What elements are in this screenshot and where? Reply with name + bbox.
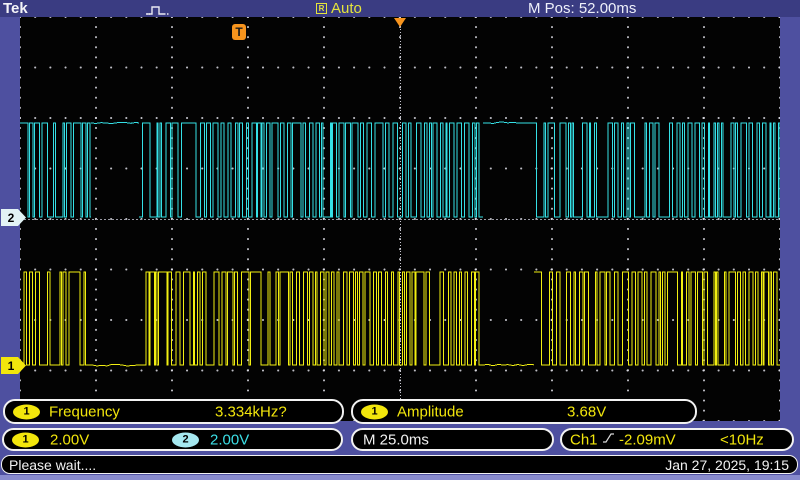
trigger-coupling: <10Hz xyxy=(720,431,764,448)
datetime-readout: Jan 27, 2025, 19:15 xyxy=(665,457,789,473)
oscilloscope-screen: Tek R Auto M Pos: 52.00ms T 2 1 1 Freque… xyxy=(0,0,800,480)
channel1-badge: 1 xyxy=(12,432,39,447)
measurement-label: Amplitude xyxy=(397,403,464,420)
timebase-value: M 25.0ms xyxy=(363,431,429,448)
brand-logo: Tek xyxy=(3,0,28,17)
measurement-value: 3.68V xyxy=(567,403,606,420)
horizontal-position-readout: M Pos: 52.00ms xyxy=(528,0,636,17)
trigger-position-marker xyxy=(394,18,406,27)
measurement-box-amplitude: 1 Amplitude 3.68V xyxy=(351,399,697,424)
channel1-badge: 1 xyxy=(13,404,40,419)
trigger-time-icon: T xyxy=(232,24,246,40)
top-bar: Tek R Auto M Pos: 52.00ms xyxy=(0,0,800,17)
channel2-badge: 2 xyxy=(172,432,199,447)
measurement-box-frequency: 1 Frequency 3.334kHz? xyxy=(3,399,344,424)
channel-scale-readout: 1 2.00V 2 2.00V xyxy=(2,428,343,451)
rising-slope-icon xyxy=(602,431,615,449)
trigger-source: Ch1 xyxy=(570,431,598,448)
trigger-status-label: Auto xyxy=(331,0,362,17)
measurement-label: Frequency xyxy=(49,403,120,420)
bezel-bottom-strip xyxy=(0,475,800,480)
trigger-readout: Ch1 -2.09mV <10Hz xyxy=(560,428,794,451)
channel1-scale: 2.00V xyxy=(50,431,89,448)
acquisition-status: R Auto xyxy=(316,0,362,17)
channel2-scale: 2.00V xyxy=(210,431,249,448)
measurement-value: 3.334kHz? xyxy=(215,403,287,420)
status-bar: Please wait.... Jan 27, 2025, 19:15 xyxy=(1,455,798,474)
status-message: Please wait.... xyxy=(9,457,96,473)
waveform-layer xyxy=(20,17,780,421)
channel1-badge: 1 xyxy=(361,404,388,419)
trigger-level: -2.09mV xyxy=(619,431,676,448)
graticule xyxy=(20,17,780,421)
timebase-readout: M 25.0ms xyxy=(351,428,554,451)
acquisition-mode-icon: R xyxy=(316,3,327,14)
